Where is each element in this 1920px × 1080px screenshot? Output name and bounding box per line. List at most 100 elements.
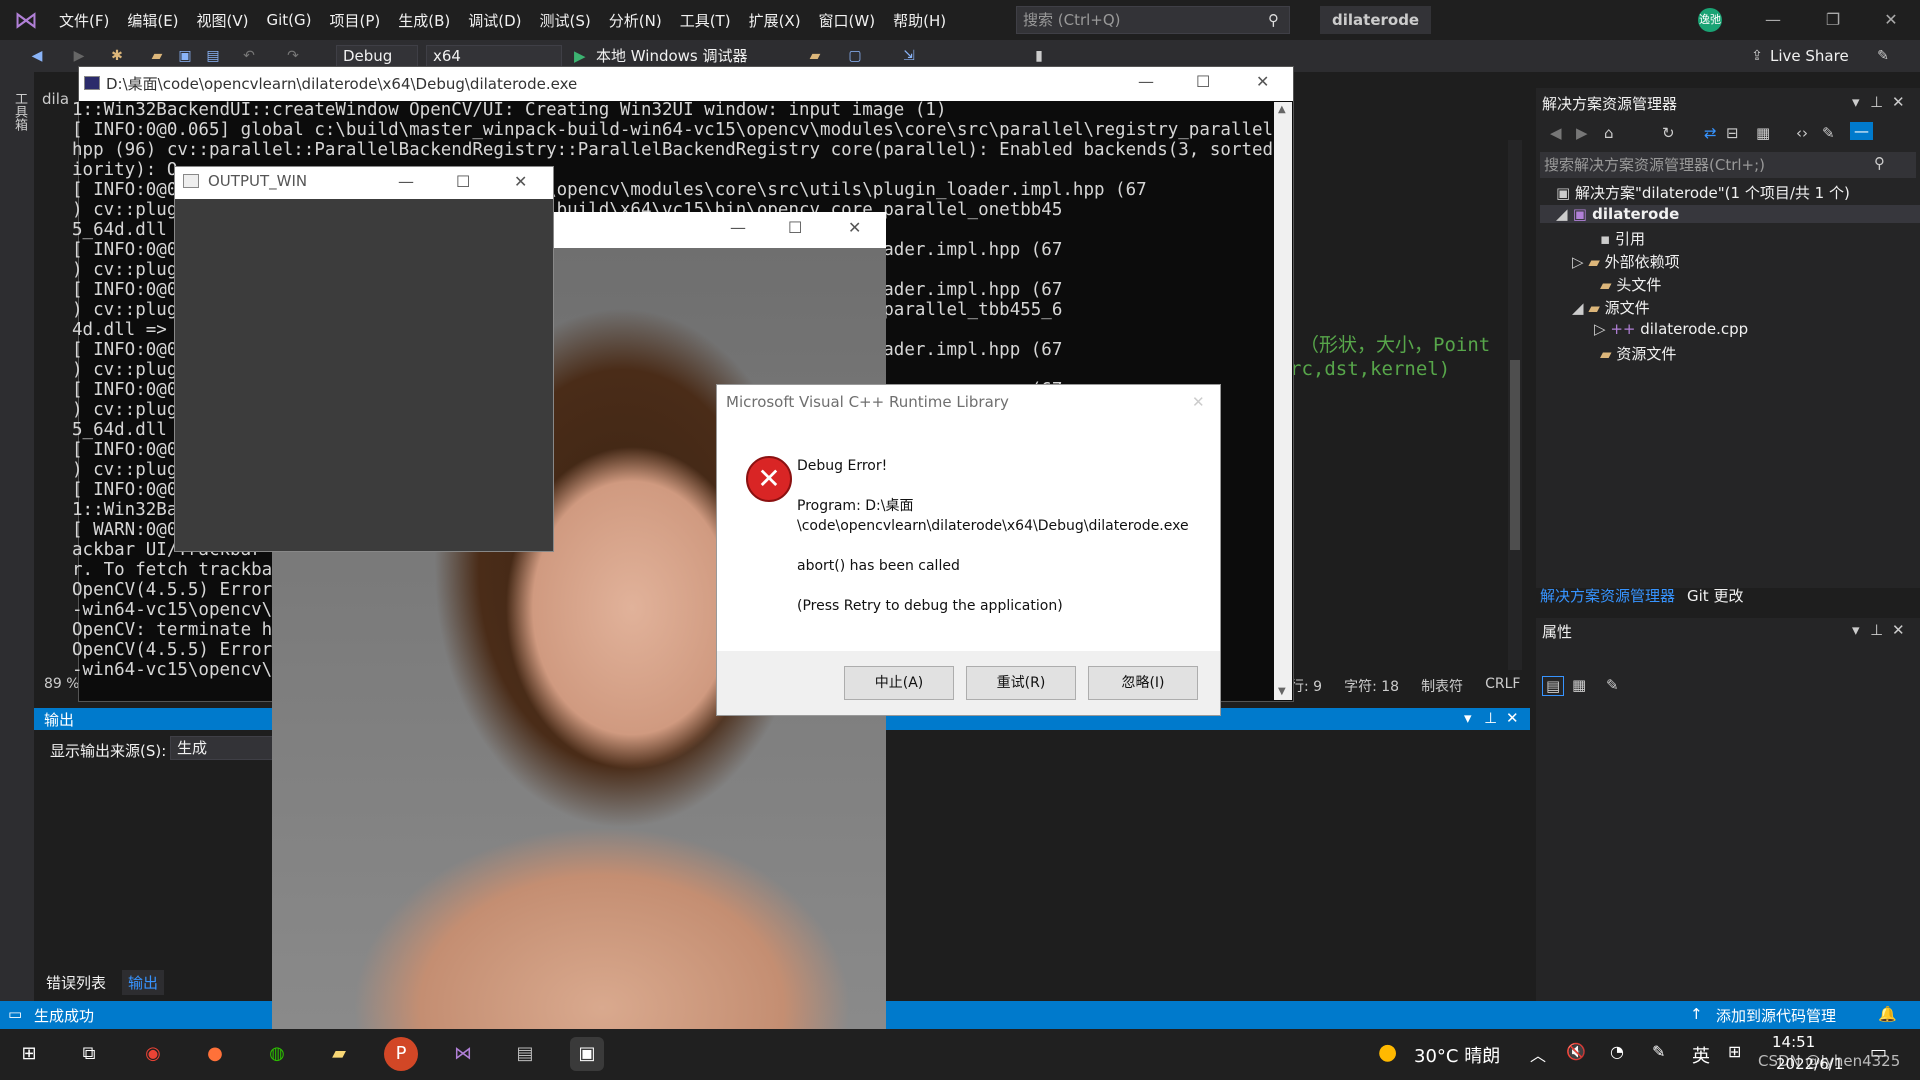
new-project-icon[interactable]: ✱ xyxy=(108,47,126,65)
solution-explorer-search[interactable]: 搜索解决方案资源管理器(Ctrl+;) xyxy=(1540,152,1916,178)
clock-time[interactable]: 14:51 xyxy=(1772,1033,1815,1051)
close-output-icon[interactable]: ✕ xyxy=(1506,709,1519,727)
close-icon[interactable]: ✕ xyxy=(1876,8,1906,32)
minimize-icon[interactable]: — xyxy=(1138,72,1154,91)
avatar[interactable]: 逸弛 xyxy=(1698,8,1722,32)
configuration-dropdown[interactable]: Debug xyxy=(336,45,418,67)
ignore-button[interactable]: 忽略(I) xyxy=(1088,666,1198,700)
save-all-icon[interactable]: ▤ xyxy=(204,47,222,65)
volume-mute-icon[interactable]: 🔇 xyxy=(1566,1042,1586,1061)
chrome-icon[interactable]: ◉ xyxy=(136,1037,170,1071)
menu-file[interactable]: 文件(F) xyxy=(50,10,118,31)
folder-icon[interactable]: ▰ xyxy=(806,47,824,65)
forward-arrow-icon[interactable]: ▶ xyxy=(70,47,88,65)
minimize-icon[interactable]: — xyxy=(398,172,414,191)
notification-center-icon[interactable]: ▭ xyxy=(1870,1042,1887,1063)
close-solution-explorer-icon[interactable]: ✕ xyxy=(1892,93,1905,111)
back-arrow-icon[interactable]: ◀ xyxy=(28,47,46,65)
console-scrollbar[interactable] xyxy=(1274,102,1292,700)
back-icon[interactable]: ◀ xyxy=(1550,124,1562,142)
expanded-icon[interactable]: ◢ xyxy=(1556,205,1573,223)
minimize-icon[interactable]: — xyxy=(1758,8,1788,32)
redo-icon[interactable]: ↷ xyxy=(284,47,302,65)
close-properties-icon[interactable]: ✕ xyxy=(1892,621,1905,639)
weather-text[interactable]: 30°C 晴朗 xyxy=(1414,1042,1500,1068)
preview-icon[interactable]: — xyxy=(1850,122,1873,140)
menu-window[interactable]: 窗口(W) xyxy=(810,10,885,31)
pin-icon[interactable]: ⊥ xyxy=(1870,621,1883,639)
step-icon[interactable]: ⇲ xyxy=(900,47,918,65)
dropdown-chevron-icon[interactable]: ▾ xyxy=(1852,621,1860,639)
start-icon[interactable]: ⊞ xyxy=(12,1037,46,1071)
show-hidden-icons-icon[interactable]: ︿ xyxy=(1530,1042,1546,1066)
clock-date[interactable]: 2022/6/1 xyxy=(1776,1055,1843,1073)
pen-icon[interactable]: ✎ xyxy=(1652,1042,1665,1061)
editor-tab-dilaterode[interactable]: dila xyxy=(42,90,69,108)
minimize-icon[interactable]: — xyxy=(730,218,746,237)
maximize-icon[interactable]: ☐ xyxy=(1196,72,1210,91)
menu-view[interactable]: 视图(V) xyxy=(188,10,258,31)
forward-icon[interactable]: ▶ xyxy=(1576,124,1588,142)
menu-project[interactable]: 项目(P) xyxy=(321,10,390,31)
search-icon[interactable]: ⚲ xyxy=(1874,154,1885,172)
alphabetical-icon[interactable]: ▦ xyxy=(1572,676,1586,694)
dropdown-chevron-icon[interactable]: ▾ xyxy=(1852,93,1860,111)
live-share-icon[interactable]: ⇪ xyxy=(1748,47,1766,65)
categorized-icon[interactable]: ▤ xyxy=(1542,676,1565,696)
wrench-icon[interactable]: ✎ xyxy=(1822,124,1835,142)
menu-test[interactable]: 测试(S) xyxy=(531,10,600,31)
tree-item-resources[interactable]: ▰ 资源文件 xyxy=(1600,343,1676,364)
live-share-button[interactable]: Live Share xyxy=(1770,45,1849,67)
tree-item-solution[interactable]: ▣ 解决方案"dilaterode"(1 个项目/共 1 个) xyxy=(1556,182,1850,203)
property-pages-icon[interactable]: ✎ xyxy=(1606,676,1619,694)
line-ending-indicator[interactable]: CRLF xyxy=(1485,676,1520,696)
menu-tools[interactable]: 工具(T) xyxy=(671,10,740,31)
menu-extensions[interactable]: 扩展(X) xyxy=(740,10,810,31)
home-icon[interactable]: ⌂ xyxy=(1604,124,1614,142)
feedback-icon[interactable]: ✎ xyxy=(1874,47,1892,65)
pin-icon[interactable]: ⊥ xyxy=(1870,93,1883,111)
menu-debug[interactable]: 调试(D) xyxy=(459,10,530,31)
pin-icon[interactable]: ⊥ xyxy=(1484,709,1497,727)
editor-scrollbar-thumb[interactable] xyxy=(1510,360,1520,550)
console-taskbar-icon[interactable]: ▤ xyxy=(508,1037,542,1071)
tree-item-references[interactable]: ▪ 引用 xyxy=(1600,228,1645,249)
tree-item-headers[interactable]: ▰ 头文件 xyxy=(1600,274,1661,295)
scroll-up-icon[interactable]: ▲ xyxy=(1278,104,1286,115)
tree-item-sources[interactable]: ◢ ▰ 源文件 xyxy=(1572,297,1650,318)
toolbox-tab[interactable]: 工具箱 xyxy=(10,92,29,131)
maximize-icon[interactable]: ☐ xyxy=(456,172,470,191)
sync-icon[interactable]: ⇄ xyxy=(1704,124,1717,142)
expanded-icon[interactable]: ◢ xyxy=(1572,299,1588,317)
dropdown-chevron-icon[interactable]: ▾ xyxy=(1464,709,1472,727)
network-icon[interactable]: ◔ xyxy=(1610,1042,1624,1061)
menu-git[interactable]: Git(G) xyxy=(258,11,321,29)
platform-dropdown[interactable]: x64 xyxy=(426,45,562,67)
visual-studio-icon[interactable]: ⋈ xyxy=(446,1037,480,1071)
tree-item-project[interactable]: ◢ ▣ dilaterode xyxy=(1540,205,1920,223)
menu-help[interactable]: 帮助(H) xyxy=(884,10,955,31)
tree-item-cpp-file[interactable]: ▷ ++ dilaterode.cpp xyxy=(1594,320,1748,338)
output-source-select[interactable]: 生成 xyxy=(170,736,274,760)
start-debugging-button[interactable]: 本地 Windows 调试器 xyxy=(596,45,748,67)
window-icon[interactable]: ▢ xyxy=(846,47,864,65)
powerpoint-icon[interactable]: P xyxy=(384,1037,418,1071)
tab-mode-indicator[interactable]: 制表符 xyxy=(1421,676,1463,696)
close-icon[interactable]: ✕ xyxy=(1192,393,1205,411)
menu-edit[interactable]: 编辑(E) xyxy=(118,10,187,31)
menu-build[interactable]: 生成(B) xyxy=(389,10,459,31)
wechat-icon[interactable]: ◍ xyxy=(260,1037,294,1071)
close-icon[interactable]: ✕ xyxy=(1256,72,1269,91)
retry-button[interactable]: 重试(R) xyxy=(966,666,1076,700)
input-method-indicator[interactable]: 英 xyxy=(1692,1042,1710,1068)
file-explorer-icon[interactable]: ▰ xyxy=(322,1037,356,1071)
collapse-all-icon[interactable]: ⊟ xyxy=(1726,124,1739,142)
show-all-files-icon[interactable]: ▦ xyxy=(1756,124,1770,142)
code-view-icon[interactable]: ‹› xyxy=(1796,124,1808,142)
opencv-window-taskbar-icon[interactable]: ▣ xyxy=(570,1037,604,1071)
open-folder-icon[interactable]: ▰ xyxy=(148,47,166,65)
tree-item-external-deps[interactable]: ▷ ▰ 外部依赖项 xyxy=(1572,251,1680,272)
add-to-source-control-button[interactable]: 添加到源代码管理 xyxy=(1716,1005,1836,1026)
bookmark-icon[interactable]: ▮ xyxy=(1030,47,1048,65)
scroll-down-icon[interactable]: ▼ xyxy=(1278,686,1286,697)
